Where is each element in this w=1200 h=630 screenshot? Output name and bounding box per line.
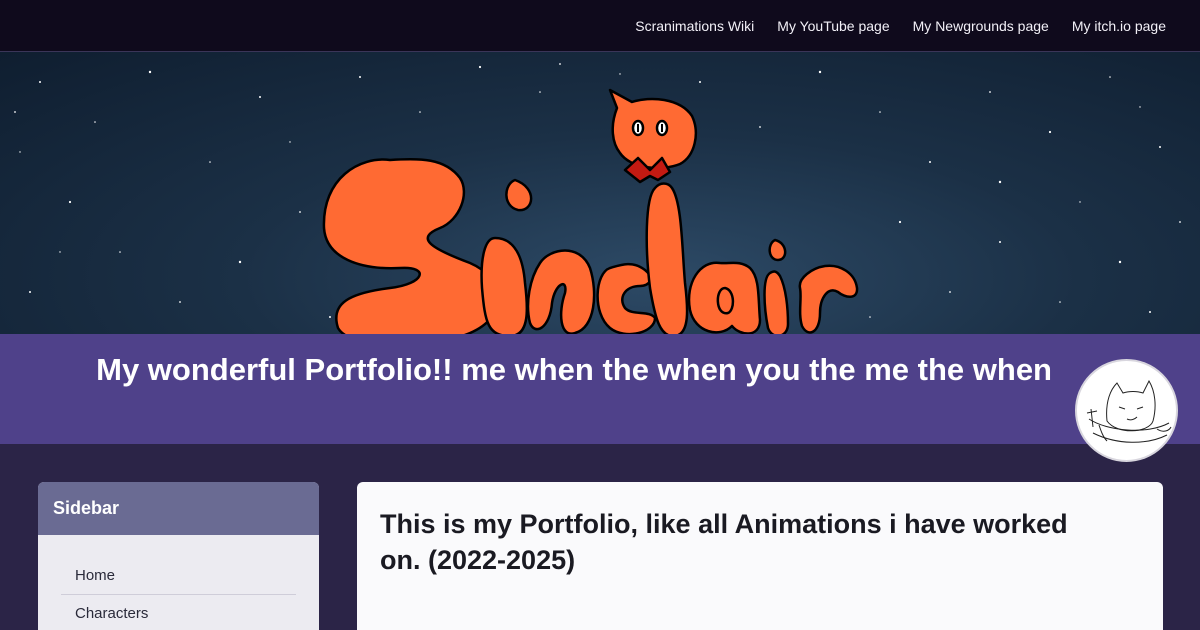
top-nav-links: Scranimations Wiki My YouTube page My Ne…: [635, 0, 1166, 52]
sinclair-logo: [322, 88, 859, 334]
nav-link-itchio[interactable]: My itch.io page: [1072, 18, 1166, 34]
top-navigation: Scranimations Wiki My YouTube page My Ne…: [0, 0, 1200, 52]
avatar: [1075, 359, 1178, 462]
title-bar: My wonderful Portfolio!! me when the whe…: [0, 334, 1200, 444]
cat-sketch-avatar: [1086, 379, 1172, 443]
sidebar-item-home[interactable]: Home: [61, 557, 296, 595]
nav-link-youtube[interactable]: My YouTube page: [777, 18, 889, 34]
sidebar-menu: Home Characters: [38, 535, 319, 630]
sidebar-heading: Sidebar: [38, 482, 319, 535]
header-banner: [0, 52, 1200, 334]
sidebar-item-characters[interactable]: Characters: [61, 595, 296, 630]
nav-link-newgrounds[interactable]: My Newgrounds page: [913, 18, 1049, 34]
cat-mascot-head: [608, 88, 697, 184]
content-heading: This is my Portfolio, like all Animation…: [380, 509, 1068, 575]
main-content: This is my Portfolio, like all Animation…: [357, 482, 1163, 630]
page-title: My wonderful Portfolio!! me when the whe…: [96, 352, 1052, 387]
nav-link-scranimations-wiki[interactable]: Scranimations Wiki: [635, 18, 754, 34]
sidebar: Sidebar Home Characters: [38, 482, 319, 630]
